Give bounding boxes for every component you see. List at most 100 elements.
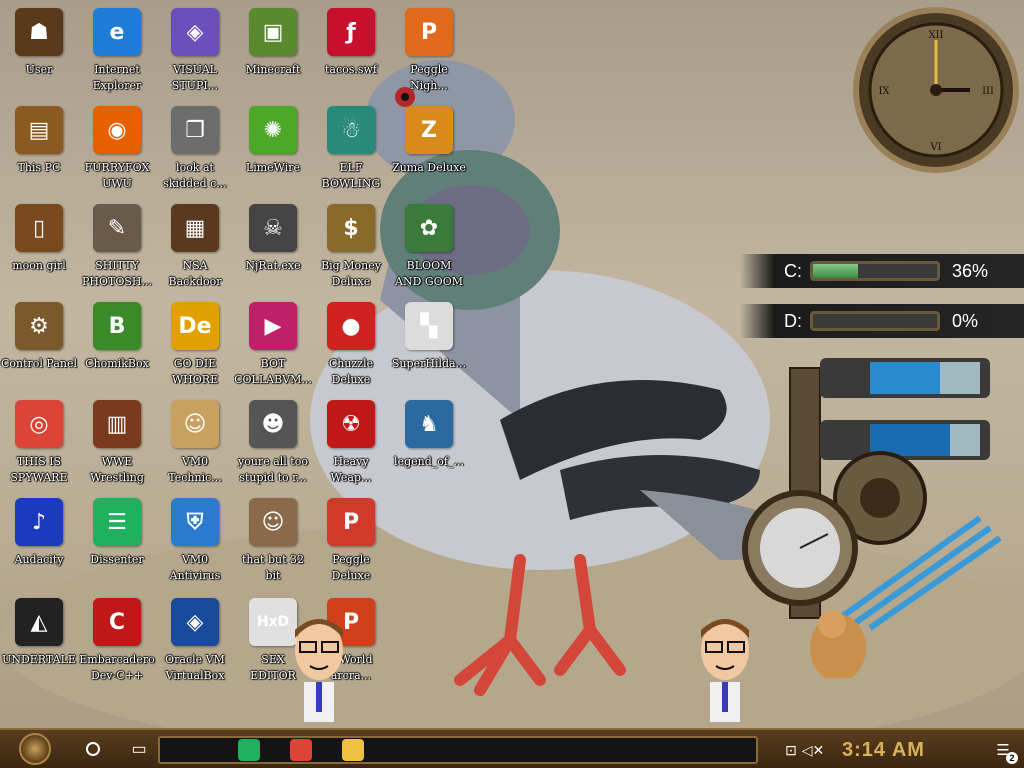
desktop-icon[interactable]: ♪ Audacity bbox=[0, 492, 78, 588]
devcpp-icon: C bbox=[93, 598, 141, 646]
desktop-icon[interactable]: B ChomikBox bbox=[78, 296, 156, 392]
desktop-icon-label: ChomikBox bbox=[85, 357, 149, 370]
taskbar-app-area bbox=[158, 736, 758, 764]
desktop-icon-label: Oracle VM VirtualBox bbox=[165, 653, 225, 682]
desktop-icon-label: WWE Wrestling bbox=[90, 455, 144, 484]
desktop-icon-label: Heavy Weap... bbox=[330, 455, 372, 484]
desktop-icon-label: look at skidded c... bbox=[163, 161, 227, 190]
desktop-icon[interactable]: ☰ Dissenter bbox=[78, 492, 156, 588]
folder-stack-icon: ❐ bbox=[171, 106, 219, 154]
unity-icon: ◭ bbox=[15, 598, 63, 646]
chrome-icon[interactable] bbox=[290, 739, 312, 761]
desktop-icon[interactable]: $ Big Money Deluxe bbox=[312, 198, 390, 294]
desktop-icon[interactable]: ▣ Minecraft bbox=[234, 2, 312, 98]
start-button[interactable] bbox=[0, 731, 70, 767]
desktop-icon[interactable]: P Peggle Nigh... bbox=[390, 2, 468, 98]
desktop-icon[interactable]: ◈ Oracle VM VirtualBox bbox=[156, 592, 234, 688]
virtualbox-icon: ◈ bbox=[171, 598, 219, 646]
svg-text:III: III bbox=[982, 86, 994, 97]
taskbar-clock[interactable]: 3:14 AM bbox=[842, 739, 925, 762]
desktop-icon[interactable]: ▯ moon girl bbox=[0, 198, 78, 294]
desktop-icon-label: ELF BOWLING bbox=[321, 161, 381, 190]
desktop-icon-label: VM0 Antivirus bbox=[169, 553, 221, 582]
cortana-search-button[interactable] bbox=[70, 731, 116, 767]
desktop-icon[interactable]: ✎ SHITTY PHOTOSH... bbox=[78, 198, 156, 294]
volume-muted-icon[interactable]: ◁✕ bbox=[802, 739, 825, 761]
desktop-icon[interactable]: ☻ youre all too stupid to r... bbox=[234, 394, 312, 490]
desktop-icon-label: Chuzzle Deluxe bbox=[328, 357, 374, 386]
backdoor-icon: ▦ bbox=[171, 204, 219, 252]
chrome-icon: ◎ bbox=[15, 400, 63, 448]
desktop-icon[interactable]: ◎ THIS IS SPYWARE bbox=[0, 394, 78, 490]
desktop-buddy-character[interactable] bbox=[284, 610, 354, 733]
wrestling-icon: ▥ bbox=[93, 400, 141, 448]
desktop-icon[interactable]: ƒ tacos.swf bbox=[312, 2, 390, 98]
peggle-icon: P bbox=[405, 8, 453, 56]
desktop-icon[interactable]: ☗ User bbox=[0, 2, 78, 98]
desktop-icon-label: legend_of_... bbox=[394, 455, 464, 468]
svg-text:VI: VI bbox=[929, 142, 941, 153]
desktop-icon[interactable]: ● Chuzzle Deluxe bbox=[312, 296, 390, 392]
desktop-icon[interactable]: ◉ FURRYFOX UWU bbox=[78, 100, 156, 196]
visual-studio-icon: ◈ bbox=[171, 8, 219, 56]
desktop-icon[interactable]: ◈ VISUAL STUPI... bbox=[156, 2, 234, 98]
desktop-icon[interactable]: ❐ look at skidded c... bbox=[156, 100, 234, 196]
technician-icon: ☺ bbox=[171, 400, 219, 448]
desktop-icon[interactable]: ☺ VM0 Technic... bbox=[156, 394, 234, 490]
desktop-icon-label: Internet Explorer bbox=[92, 63, 142, 92]
desktop-icon-label: NSA Backdoor bbox=[168, 259, 222, 288]
desktop-icon[interactable]: ✺ LimeWire bbox=[234, 100, 312, 196]
computer-icon: ▤ bbox=[15, 106, 63, 154]
drive-c-label: C: bbox=[784, 260, 802, 281]
file-explorer-icon[interactable] bbox=[342, 739, 364, 761]
dissenter-icon[interactable] bbox=[238, 739, 260, 761]
steampunk-clock-widget[interactable]: XII III VI IX bbox=[852, 6, 1020, 174]
desktop-icon-label: that but 32 bit bbox=[241, 553, 305, 582]
drive-d-meter: D: 0% bbox=[740, 304, 1024, 338]
desktop-icon[interactable]: ▦ NSA Backdoor bbox=[156, 198, 234, 294]
desktop-icon[interactable]: ☢ Heavy Weap... bbox=[312, 394, 390, 490]
desktop-icon[interactable]: e Internet Explorer bbox=[78, 2, 156, 98]
drive-c-percent: 36% bbox=[952, 260, 989, 281]
desktop-icon-label: Zuma Deluxe bbox=[392, 161, 466, 174]
desktop-icon[interactable]: ☺ that but 32 bit bbox=[234, 492, 312, 588]
network-icon[interactable]: ⊡ bbox=[780, 739, 802, 761]
edge-icon: e bbox=[93, 8, 141, 56]
portrait-icon: ☻ bbox=[249, 400, 297, 448]
control-panel-icon: ⚙ bbox=[15, 302, 63, 350]
elf-bowling-icon: ☃ bbox=[327, 106, 375, 154]
desktop-icon[interactable]: ✿ BLOOM AND GOOM bbox=[390, 198, 468, 294]
desktop-buddy-character[interactable] bbox=[690, 610, 760, 733]
desktop-icon[interactable]: ⚙ Control Panel bbox=[0, 296, 78, 392]
desktop-icon[interactable]: ▚ SuperHilda... bbox=[390, 296, 468, 392]
steampunk-gauges-widget bbox=[740, 348, 1024, 682]
firefox-icon: ◉ bbox=[93, 106, 141, 154]
task-view-button[interactable]: ▭ bbox=[116, 731, 162, 767]
desktop-icon[interactable]: ▶ BOT COLLABVM... bbox=[234, 296, 312, 392]
desktop-icon[interactable]: De GO DIE WHORE bbox=[156, 296, 234, 392]
desktop-icon[interactable]: ☠ NjRat.exe bbox=[234, 198, 312, 294]
portrait-icon: ☺ bbox=[249, 498, 297, 546]
task-view-icon: ▭ bbox=[131, 741, 147, 758]
desktop-icon[interactable]: ▥ WWE Wrestling bbox=[78, 394, 156, 490]
file-icon: ▯ bbox=[15, 204, 63, 252]
desktop-icon-label: Embarcadero Dev-C++ bbox=[79, 653, 155, 682]
dev-app-icon: De bbox=[171, 302, 219, 350]
skull-icon: ☠ bbox=[249, 204, 297, 252]
desktop-icon[interactable]: ◭ UNDERTALE bbox=[0, 592, 78, 688]
desktop-icon[interactable]: ▤ This PC bbox=[0, 100, 78, 196]
desktop-icon[interactable]: ⛨ VM0 Antivirus bbox=[156, 492, 234, 588]
drive-c-usage-bar bbox=[810, 261, 940, 281]
desktop-icon[interactable]: Z Zuma Deluxe bbox=[390, 100, 468, 196]
action-center-button[interactable]: ☰ 2 bbox=[992, 740, 1018, 764]
desktop-icon[interactable]: P Peggle Deluxe bbox=[312, 492, 390, 588]
desktop-icon[interactable]: ♞ legend_of_... bbox=[390, 394, 468, 490]
desktop-icon-label: THIS IS SPYWARE bbox=[10, 455, 68, 484]
desktop-icon[interactable]: C Embarcadero Dev-C++ bbox=[78, 592, 156, 688]
desktop-icon-label: SHITTY PHOTOSH... bbox=[82, 259, 152, 288]
cortana-circle-icon bbox=[86, 742, 100, 756]
desktop-icon[interactable]: ☃ ELF BOWLING bbox=[312, 100, 390, 196]
desktop-icon-label: youre all too stupid to r... bbox=[238, 455, 308, 484]
desktop-icon-label: This PC bbox=[17, 161, 61, 174]
drive-c-meter: C: 36% bbox=[740, 254, 1024, 288]
